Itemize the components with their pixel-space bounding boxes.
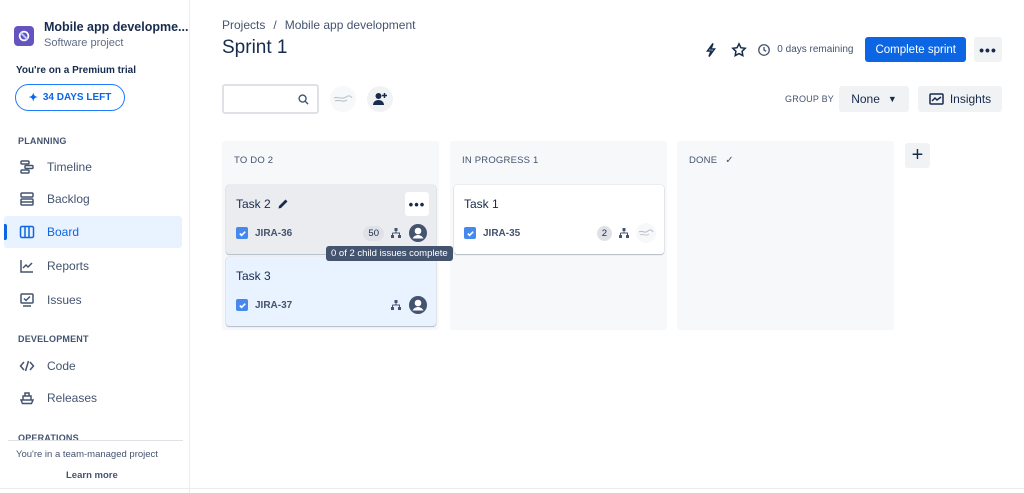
insights-button[interactable]: Insights (918, 86, 1002, 112)
complete-sprint-button[interactable]: Complete sprint (865, 37, 966, 62)
issue-key[interactable]: JIRA-37 (255, 300, 292, 311)
sidebar-item-label: Code (47, 359, 76, 373)
task-type-icon (464, 227, 476, 239)
clock-icon (758, 43, 771, 56)
header-actions: 0 days remaining Complete sprint ••• (695, 37, 1002, 62)
issue-card-task-2[interactable]: Task 2 ••• JIRA-36 50 (226, 185, 436, 254)
assignee-avatar-icon[interactable] (408, 295, 428, 315)
column-title: TO DO 2 (234, 155, 274, 166)
sidebar: Mobile app developme... Software project… (0, 0, 190, 493)
star-icon[interactable] (727, 38, 751, 62)
card-title: Task 2 (236, 197, 271, 211)
project-type: Software project (44, 37, 124, 49)
more-actions-button[interactable]: ••• (974, 37, 1002, 62)
backlog-icon (18, 190, 36, 208)
sidebar-item-backlog[interactable]: Backlog (4, 183, 182, 215)
trial-days-button[interactable]: ✦ 34 DAYS LEFT (15, 84, 125, 111)
project-header[interactable]: Mobile app developme... Software project (14, 20, 188, 49)
breadcrumb: Projects / Mobile app development (222, 18, 415, 32)
assignee-avatar-icon[interactable] (408, 223, 428, 243)
search-input[interactable] (222, 84, 319, 114)
issue-key[interactable]: JIRA-36 (255, 228, 292, 239)
trial-days-label: 34 DAYS LEFT (42, 92, 112, 103)
releases-icon (18, 389, 36, 407)
breadcrumb-project[interactable]: Mobile app development (285, 18, 416, 32)
page-title: Sprint 1 (222, 37, 288, 58)
days-remaining-text: 0 days remaining (777, 44, 854, 55)
task-type-icon (236, 227, 248, 239)
group-by-label: GROUP BY (785, 94, 834, 104)
sidebar-item-board[interactable]: Board (4, 216, 182, 248)
operations-header: OPERATIONS (18, 433, 79, 443)
project-avatar-icon (14, 26, 34, 46)
insights-icon (929, 93, 944, 105)
search-icon (298, 94, 309, 105)
code-icon (18, 357, 36, 375)
child-issues-icon[interactable] (618, 227, 630, 239)
column-title: IN PROGRESS 1 (462, 155, 539, 166)
breadcrumb-separator: / (273, 18, 277, 32)
sidebar-item-label: Reports (47, 259, 90, 273)
child-issues-icon[interactable] (390, 299, 402, 311)
story-points-badge[interactable]: 50 (363, 225, 384, 241)
trial-text: You're on a Premium trial (16, 65, 136, 76)
sidebar-item-label: Board (47, 225, 80, 239)
chevron-down-icon: ▼ (887, 94, 897, 104)
timeline-icon (18, 158, 36, 176)
sidebar-item-label: Issues (47, 293, 82, 307)
project-name: Mobile app developme... (44, 20, 189, 34)
issue-card-task-3[interactable]: Task 3 JIRA-37 (226, 257, 436, 326)
sidebar-item-label: Timeline (47, 160, 92, 174)
add-column-button[interactable]: + (905, 143, 930, 168)
group-by-value: None (851, 92, 880, 106)
task-type-icon (236, 299, 248, 311)
child-issues-icon[interactable] (390, 227, 402, 239)
add-people-icon[interactable] (367, 86, 393, 112)
sidebar-item-issues[interactable]: Issues (4, 284, 182, 316)
planning-header: PLANNING (18, 136, 67, 146)
insights-label: Insights (949, 92, 992, 106)
column-title: DONE ✓ (689, 155, 734, 166)
sidebar-item-reports[interactable]: Reports (4, 250, 182, 282)
card-title: Task 1 (464, 197, 499, 211)
user-avatar[interactable] (330, 86, 356, 112)
pencil-icon[interactable] (277, 198, 289, 210)
lightning-icon[interactable] (699, 38, 723, 62)
board-icon (18, 223, 36, 241)
column-done: DONE ✓ (677, 141, 894, 330)
development-header: DEVELOPMENT (18, 334, 89, 344)
days-remaining: 0 days remaining (757, 43, 853, 57)
group-by-select[interactable]: None ▼ (839, 86, 909, 112)
sidebar-item-label: Backlog (47, 192, 90, 206)
child-issues-tooltip: 0 of 2 child issues complete (326, 246, 453, 261)
sidebar-item-code[interactable]: Code (4, 350, 182, 382)
issue-card-task-1[interactable]: Task 1 JIRA-35 2 (454, 185, 664, 254)
bottom-divider (0, 488, 1024, 489)
breadcrumb-projects[interactable]: Projects (222, 18, 265, 32)
assignee-avatar[interactable] (636, 223, 656, 243)
sidebar-item-releases[interactable]: Releases (4, 382, 182, 414)
learn-more-link[interactable]: Learn more (66, 470, 118, 481)
reports-icon (18, 257, 36, 275)
issues-icon (18, 291, 36, 309)
team-managed-text: You're in a team-managed project (16, 449, 158, 460)
sidebar-divider (8, 440, 183, 441)
sparkle-icon: ✦ (28, 92, 38, 104)
card-title: Task 3 (236, 269, 271, 283)
issue-key[interactable]: JIRA-35 (483, 228, 520, 239)
check-icon: ✓ (725, 155, 734, 166)
board-toolbar: GROUP BY None ▼ Insights (222, 84, 1002, 114)
sidebar-item-timeline[interactable]: Timeline (4, 151, 182, 183)
sidebar-item-label: Releases (47, 391, 98, 405)
card-more-button[interactable]: ••• (405, 192, 429, 216)
story-points-badge[interactable]: 2 (596, 225, 612, 241)
